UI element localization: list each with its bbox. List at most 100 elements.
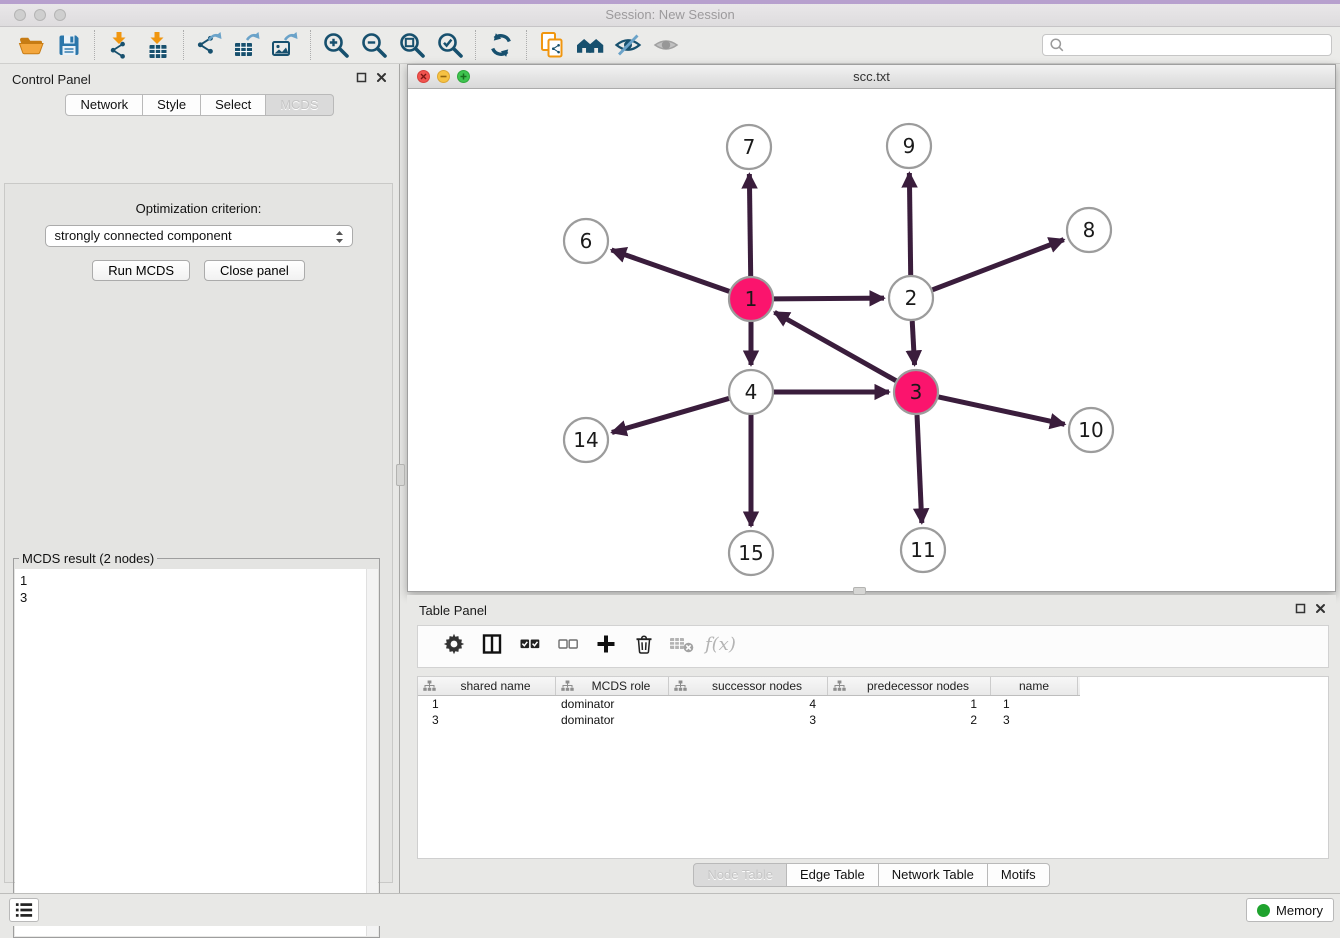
import-network-icon — [106, 31, 134, 59]
show-all-button[interactable] — [650, 30, 682, 60]
export-image-button[interactable] — [269, 30, 301, 60]
tab-select[interactable]: Select — [201, 94, 266, 116]
zoom-fit-button[interactable] — [396, 30, 428, 60]
first-neighbors-button[interactable] — [574, 30, 606, 60]
graph-edge-4-14[interactable] — [612, 398, 729, 432]
zoom-selected-button[interactable] — [434, 30, 466, 60]
close-table-panel-icon[interactable] — [1315, 603, 1326, 614]
zoom-network-icon[interactable] — [457, 70, 470, 83]
graph-node-9[interactable]: 9 — [887, 124, 931, 168]
graph-edge-2-9[interactable] — [909, 173, 910, 275]
refresh-button[interactable] — [485, 30, 517, 60]
graph-edge-2-3[interactable] — [912, 321, 914, 365]
graph-node-14[interactable]: 14 — [564, 418, 608, 462]
graph-edge-2-8[interactable] — [932, 240, 1063, 290]
table-row[interactable]: 3dominator323 — [418, 712, 1080, 728]
svg-text:7: 7 — [743, 135, 756, 159]
memory-status-icon — [1257, 904, 1270, 917]
panel-splitter-handle[interactable] — [396, 464, 405, 486]
export-network-button[interactable] — [193, 30, 225, 60]
result-scrollbar[interactable] — [366, 569, 378, 936]
search-input[interactable] — [1065, 38, 1325, 52]
network-canvas[interactable]: 7 9 6 8 1 2 4 3 14 10 15 11 — [408, 90, 1335, 591]
optimization-criterion-select[interactable]: strongly connected component — [45, 225, 353, 247]
column-header-predecessor-nodes[interactable]: predecessor nodes — [828, 677, 991, 695]
table-cell[interactable]: 3 — [418, 713, 556, 727]
graph-edge-3-11[interactable] — [917, 415, 922, 523]
graph-node-10[interactable]: 10 — [1069, 408, 1113, 452]
graph-edge-1-6[interactable] — [611, 250, 729, 291]
graph-edge-1-7[interactable] — [749, 174, 750, 276]
graph-node-3[interactable]: 3 — [894, 370, 938, 414]
column-header-mcds-role[interactable]: MCDS role — [556, 677, 669, 695]
table-cell[interactable]: 3 — [991, 713, 1078, 727]
minimize-window-icon[interactable] — [34, 9, 46, 21]
graph-node-4[interactable]: 4 — [729, 370, 773, 414]
new-network-from-selection-button[interactable] — [536, 30, 568, 60]
close-window-icon[interactable] — [14, 9, 26, 21]
table-row[interactable]: 1dominator411 — [418, 696, 1080, 712]
graph-node-11[interactable]: 11 — [901, 528, 945, 572]
mcds-result-area[interactable]: 13 — [15, 569, 378, 936]
minimize-network-icon[interactable] — [437, 70, 450, 83]
zoom-in-button[interactable] — [320, 30, 352, 60]
table-splitter-handle[interactable] — [853, 587, 866, 595]
graph-edge-3-10[interactable] — [938, 397, 1064, 424]
close-panel-button[interactable]: Close panel — [204, 260, 305, 281]
column-selector-button[interactable] — [473, 632, 511, 662]
table-cell[interactable]: 4 — [669, 697, 828, 711]
tab-network-table[interactable]: Network Table — [879, 863, 988, 887]
graph-node-2[interactable]: 2 — [889, 276, 933, 320]
tab-motifs[interactable]: Motifs — [988, 863, 1050, 887]
run-mcds-button[interactable]: Run MCDS — [92, 260, 190, 281]
search-box[interactable] — [1042, 34, 1332, 56]
graph-node-8[interactable]: 8 — [1067, 208, 1111, 252]
select-all-button[interactable] — [511, 632, 549, 662]
export-table-button[interactable] — [231, 30, 263, 60]
task-history-button[interactable] — [9, 898, 39, 922]
tab-node-table[interactable]: Node Table — [693, 863, 787, 887]
table-cell[interactable]: 1 — [828, 697, 991, 711]
table-cell[interactable]: dominator — [556, 713, 669, 727]
function-builder-button[interactable]: f(x) — [701, 632, 739, 662]
delete-table-button[interactable] — [663, 632, 701, 662]
graph-node-1[interactable]: 1 — [729, 277, 773, 321]
graph-edge-3-1[interactable] — [775, 312, 896, 380]
node-table[interactable]: shared nameMCDS rolesuccessor nodesprede… — [417, 676, 1329, 859]
tab-style[interactable]: Style — [143, 94, 201, 116]
app-window-controls[interactable] — [14, 9, 66, 21]
close-network-icon[interactable] — [417, 70, 430, 83]
memory-button[interactable]: Memory — [1246, 898, 1334, 922]
save-session-button[interactable] — [53, 30, 85, 60]
zoom-out-button[interactable] — [358, 30, 390, 60]
delete-row-button[interactable] — [625, 632, 663, 662]
app-titlebar: Session: New Session — [0, 4, 1340, 27]
float-panel-icon[interactable] — [356, 72, 367, 83]
graph-node-6[interactable]: 6 — [564, 219, 608, 263]
open-session-button[interactable] — [15, 30, 47, 60]
network-window-titlebar[interactable]: scc.txt — [408, 65, 1335, 89]
table-cell[interactable]: 2 — [828, 713, 991, 727]
float-table-panel-icon[interactable] — [1295, 603, 1306, 614]
column-header-shared-name[interactable]: shared name — [418, 677, 556, 695]
deselect-all-button[interactable] — [549, 632, 587, 662]
table-cell[interactable]: 1 — [418, 697, 556, 711]
table-cell[interactable]: 3 — [669, 713, 828, 727]
tab-network[interactable]: Network — [65, 94, 143, 116]
tab-edge-table[interactable]: Edge Table — [787, 863, 879, 887]
add-row-button[interactable] — [587, 632, 625, 662]
column-header-successor-nodes[interactable]: successor nodes — [669, 677, 828, 695]
graph-node-7[interactable]: 7 — [727, 125, 771, 169]
graph-edge-1-2[interactable] — [774, 298, 884, 299]
gear-button[interactable] — [435, 632, 473, 662]
close-panel-icon[interactable] — [376, 72, 387, 83]
table-cell[interactable]: dominator — [556, 697, 669, 711]
tab-mcds[interactable]: MCDS — [266, 94, 333, 116]
hide-selected-button[interactable] — [612, 30, 644, 60]
zoom-window-icon[interactable] — [54, 9, 66, 21]
table-cell[interactable]: 1 — [991, 697, 1078, 711]
import-network-button[interactable] — [104, 30, 136, 60]
import-table-button[interactable] — [142, 30, 174, 60]
graph-node-15[interactable]: 15 — [729, 531, 773, 575]
column-header-name[interactable]: name — [991, 677, 1078, 695]
